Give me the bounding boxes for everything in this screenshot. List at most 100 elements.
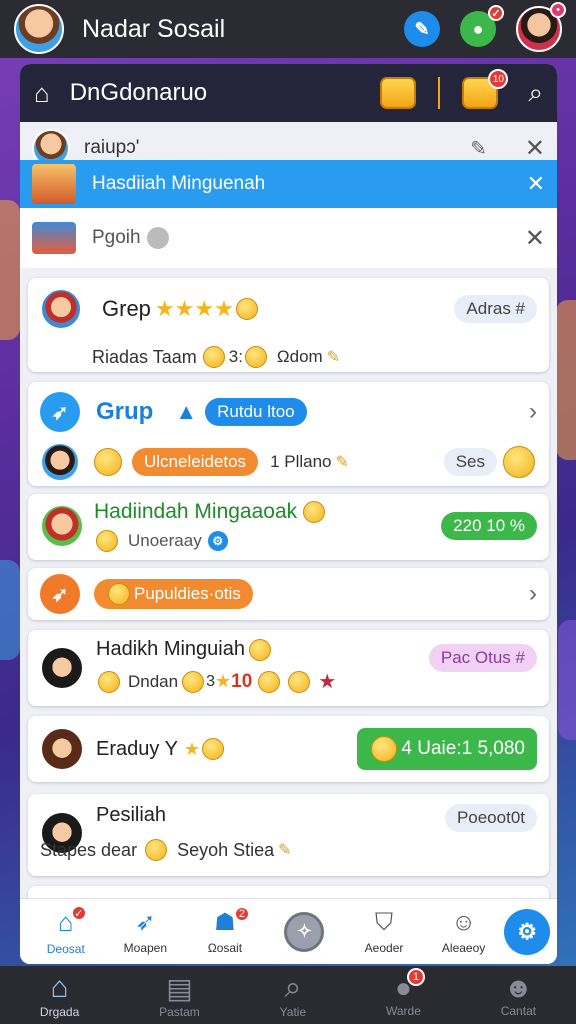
list-item-selected[interactable]: Hasdiiah Minguenah ✕ [20, 160, 557, 208]
user-avatar [40, 727, 84, 771]
status-pill[interactable]: Pupuldies·otis [94, 579, 253, 609]
list-card[interactable]: Grep ★★★★ Adras # Riadas Taam 3: Ωdom ✎ [28, 278, 549, 372]
sys-nav-label: Yatie [279, 1005, 307, 1019]
user-avatar [40, 442, 80, 482]
sys-nav-contact[interactable]: ☻ Cantat [501, 972, 536, 1018]
bg-decoration [556, 300, 576, 460]
main-panel: ⌂ DnGdonaruo 10 ⌕ raiupɔ' ✎ ✕ Hasdiiah M… [20, 64, 557, 964]
list-card[interactable]: ➶ Pupuldies·otis › [28, 568, 549, 620]
reward-pill[interactable]: 4 Uaie:1 5,080 [357, 728, 537, 770]
sys-nav-chat[interactable]: ● 1 Warde [385, 968, 425, 1018]
search-icon[interactable]: ⌕ [528, 77, 543, 109]
user-avatar [40, 646, 84, 690]
list-card[interactable]: Hadiindah Mingaaoak Unoeraay ⚙ 220 10 % [28, 494, 549, 560]
list-card[interactable]: Pesiliah Stapes dear Seyoh Stiea ✎ Poeoo… [28, 794, 549, 876]
nav-item-shield[interactable]: ⛉ Aeoder [345, 909, 423, 955]
search-icon: ⌕ [284, 971, 302, 1004]
emoji-icon [371, 736, 398, 762]
rocket-icon[interactable]: ✎ [404, 11, 440, 47]
nav-item-center[interactable]: ✧ [265, 911, 343, 952]
row-count: 1 Pllano [270, 452, 332, 471]
user-avatar [40, 288, 82, 330]
nav-item-profile[interactable]: ☺ Aleaeoy [425, 909, 503, 955]
emoji-icon [96, 530, 118, 552]
pencil-icon: ✎ [326, 349, 341, 366]
divider [438, 77, 441, 109]
percent-pill[interactable]: 220 10 % [441, 512, 537, 540]
pill-label: 4 Uaie:1 5,080 [401, 738, 525, 759]
close-icon[interactable]: ✕ [525, 134, 545, 163]
row-subtitle: Dndan [128, 671, 179, 691]
chat-badge-icon: ✓ [488, 5, 504, 21]
bg-decoration [0, 560, 20, 660]
stars-icon: ★★★★ [154, 296, 234, 321]
top-header: Nadar Sosail ✎ ● ✓ • [0, 0, 576, 58]
row-title: Pesiliah [96, 804, 167, 826]
right-pill[interactable]: Ses [443, 448, 497, 476]
list-card[interactable]: ➶ Grup ▲ Rutdu ltoo › Ulcneleidetos 1 Pl… [28, 382, 549, 486]
user-icon: ☺ [451, 908, 476, 936]
nav-label: Moapen [123, 941, 168, 955]
status-pill[interactable]: Rutdu ltoo [205, 398, 307, 426]
list-card[interactable]: Hadikh Minguiah Dndan 3 ★ 10 ★ Pac Otus … [28, 630, 549, 706]
close-icon[interactable]: ✕ [527, 171, 545, 197]
sys-nav-paste[interactable]: ▤ Pastam [159, 972, 200, 1019]
home-icon: ⌂ [50, 971, 69, 1004]
gift-icon[interactable] [380, 77, 417, 109]
sys-nav-label: Warde [385, 1004, 421, 1018]
bottom-nav: ⌂ ✓ Deosat ➶ Moapen ☗ 2 Ωosait ✧ ⛉ Aeode… [20, 898, 557, 964]
sys-nav-badge: 1 [406, 968, 425, 986]
row-subtitle-3: 10 [231, 670, 253, 692]
sys-nav-home[interactable]: ⌂ Drgada [40, 971, 79, 1019]
compass-icon: ✧ [284, 911, 325, 952]
emoji-icon [244, 346, 267, 368]
coin-stack-icon [288, 670, 311, 693]
list-card[interactable]: Eraduy Y ★ 4 Uaie:1 5,080 [28, 716, 549, 782]
row-subtitle: Stapes dear [40, 839, 138, 860]
star-icon: ★ [183, 738, 201, 759]
action-pill[interactable]: Ulcneleidetos [132, 448, 259, 476]
nav-label: Aeoder [364, 940, 404, 955]
settings-fab-icon[interactable]: ⚙ [504, 908, 551, 955]
home-icon[interactable]: ⌂ [34, 78, 50, 109]
row-subtitle-2: 3: [228, 347, 243, 366]
nav-item-social[interactable]: ☗ 2 Ωosait [186, 906, 264, 955]
pencil-icon[interactable]: ✎ [470, 136, 487, 161]
emoji-icon [98, 670, 120, 693]
emoji-icon [94, 448, 122, 476]
warning-icon: ▲ [175, 399, 198, 424]
bg-decoration [558, 620, 576, 740]
rocket-icon: ➶ [40, 574, 80, 614]
row-title: raiupɔ' [84, 137, 140, 158]
nav-item-messages[interactable]: ➶ Moapen [106, 908, 184, 955]
chevron-right-icon[interactable]: › [529, 398, 537, 426]
rocket-icon: ➶ [40, 392, 80, 432]
thumbnail-image [32, 222, 76, 254]
tag-badge[interactable]: Adras # [454, 295, 537, 323]
list-item[interactable]: Pgoih ✕ [20, 208, 557, 268]
row-title: Hadiindah Mingaaoak [94, 500, 298, 523]
rocket-icon: ➶ [135, 909, 156, 936]
tag-badge[interactable]: Poeoot0t [444, 804, 537, 832]
sys-nav-search[interactable]: ⌕ Yatie [280, 971, 306, 1019]
row-subtitle-2: Seyoh Stiea [177, 839, 275, 860]
friend-badge-icon: • [550, 2, 566, 18]
row-subtitle: Riadas Taam [92, 346, 197, 367]
tag-badge[interactable]: Pac Otus # [428, 644, 537, 672]
emoji-icon [248, 638, 271, 661]
profile-avatar[interactable] [14, 4, 64, 54]
system-nav: ⌂ Drgada ▤ Pastam ⌕ Yatie ● 1 Warde ☻ Ca… [0, 966, 576, 1024]
nav-item-home[interactable]: ⌂ ✓ Deosat [27, 905, 105, 956]
close-icon[interactable]: ✕ [525, 224, 545, 253]
emoji-icon [258, 670, 281, 693]
row-subtitle: Unoeraay [128, 531, 202, 550]
chevron-right-icon[interactable]: › [529, 580, 537, 608]
coin-icon [146, 227, 169, 249]
coin-icon [503, 446, 535, 478]
chat-icon[interactable]: ● ✓ [460, 5, 504, 47]
coin-stack-icon [145, 839, 168, 861]
clipboard-icon: ▤ [166, 972, 193, 1004]
treasure-icon[interactable]: 10 [462, 69, 509, 109]
app-title: DnGdonaruo [69, 79, 208, 106]
emoji-icon [303, 501, 326, 523]
